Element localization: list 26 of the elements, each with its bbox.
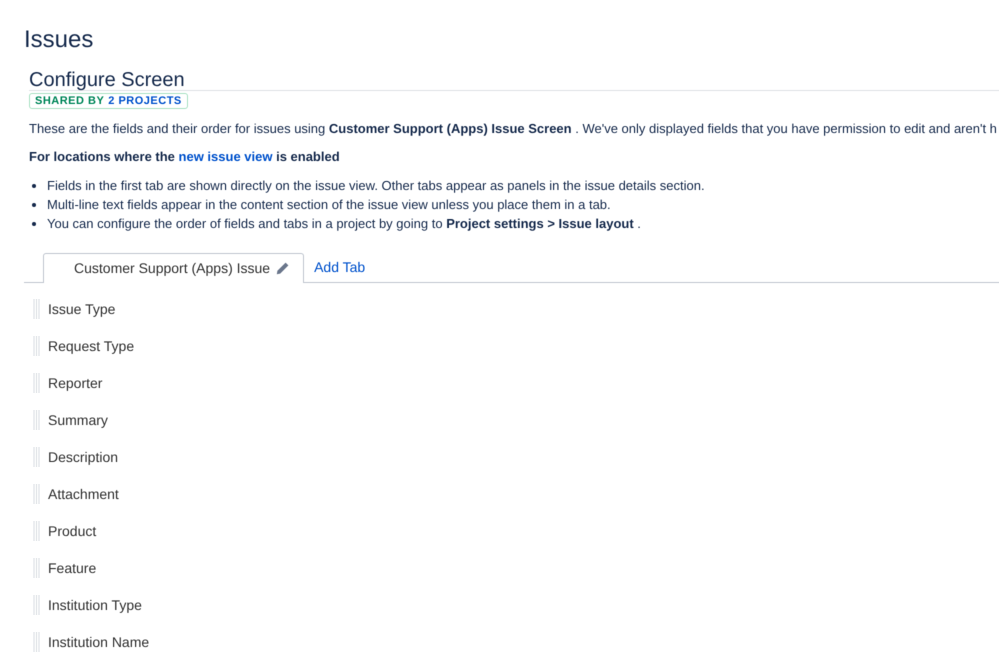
screen-title: Configure Screen <box>29 70 185 90</box>
field-label: Summary <box>48 411 108 429</box>
field-label: Institution Name <box>48 633 150 651</box>
page-title: Issues <box>24 25 94 55</box>
badge-label: SHARED BY <box>35 96 104 106</box>
add-tab-link[interactable]: Add Tab <box>314 252 366 282</box>
bullet-icon <box>32 222 36 226</box>
pencil-icon[interactable] <box>276 262 290 275</box>
note-text: Multi-line text fields appear in the content section of the issue view unless you place them in a tab. <box>47 196 611 214</box>
field-label: Institution Type <box>48 596 142 614</box>
field-label: Attachment <box>48 485 119 503</box>
note-text: You can configure the order of fields and tabs in a project by going to Project settings > Issue layout . <box>47 215 641 233</box>
tab[interactable]: Customer Support (Apps) Issue <box>43 253 304 283</box>
notice-text: For locations where the new issue view is enabled <box>29 148 340 166</box>
field-label: Feature <box>48 559 96 577</box>
field-label: Product <box>48 522 96 540</box>
bullet-icon <box>32 202 36 206</box>
field-label: Reporter <box>48 374 102 392</box>
note-text: Fields in the first tab are shown directly on the issue view. Other tabs appear as panels in the issue details section. <box>47 177 705 195</box>
projects-link[interactable]: 2 PROJECTS <box>108 96 182 106</box>
field-label: Description <box>48 448 118 466</box>
description-text: These are the fields and their order for issues using Customer Support (Apps) Issue Screen . We've only displayed fields that you have permission to edit and aren't h <box>29 120 997 138</box>
bullet-icon <box>32 184 36 188</box>
new-issue-view-link[interactable]: new issue view <box>178 149 272 164</box>
field-label: Request Type <box>48 337 134 355</box>
field-label: Issue Type <box>48 300 116 318</box>
